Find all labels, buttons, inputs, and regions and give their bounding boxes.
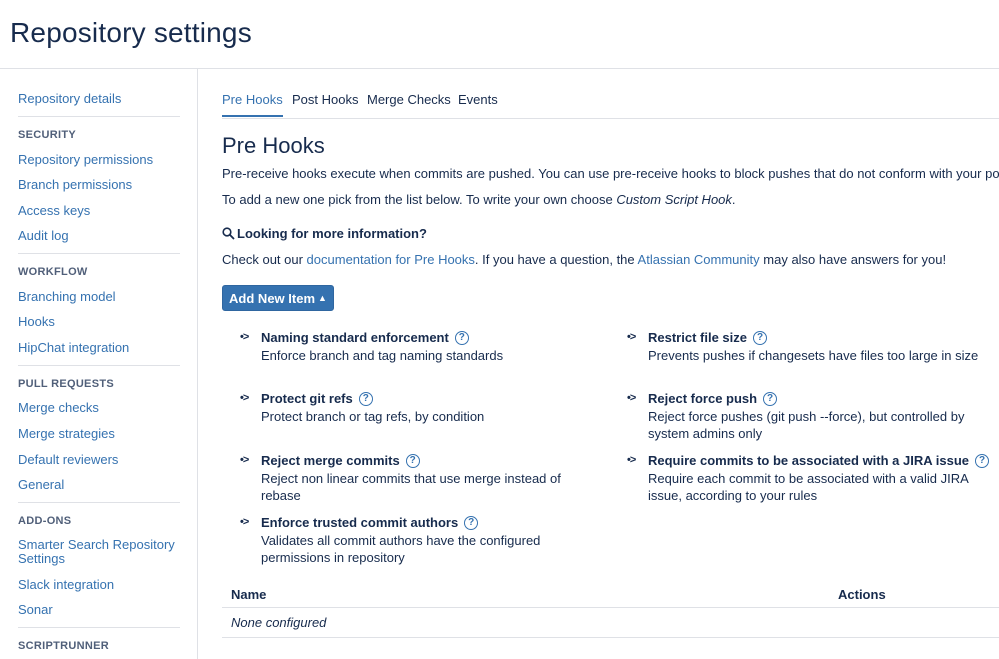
- sidebar-divider: [18, 502, 180, 503]
- info-text: Check out our documentation for Pre Hook…: [222, 252, 946, 268]
- hook-description: Reject non linear commits that use merge…: [261, 471, 561, 503]
- sidebar-heading-workflow: WORKFLOW: [18, 266, 88, 278]
- info-heading-text: Looking for more information?: [237, 226, 427, 241]
- sidebar-item-repository-permissions[interactable]: Repository permissions: [18, 152, 153, 168]
- help-icon[interactable]: ?: [454, 331, 469, 345]
- help-icon[interactable]: ?: [763, 392, 778, 406]
- info-middle: . If you have a question, the: [474, 252, 638, 267]
- arrow-bullet-icon: •>: [240, 392, 249, 404]
- sidebar-item-general[interactable]: General: [18, 477, 64, 493]
- hook-description: Reject force pushes (git push --force), …: [648, 409, 965, 441]
- help-icon[interactable]: ?: [358, 392, 373, 406]
- hook-name: Protect git refs?: [261, 391, 373, 407]
- info-prefix: Check out our: [222, 252, 307, 267]
- intro-text: Pre-receive hooks execute when commits a…: [222, 166, 999, 181]
- sidebar-item-hooks[interactable]: Hooks: [18, 314, 55, 330]
- custom-hook-name: Custom Script Hook: [616, 192, 732, 207]
- magnifier-icon: [222, 227, 235, 240]
- sidebar-item-hipchat-integration[interactable]: HipChat integration: [18, 340, 129, 356]
- hook-name-text: Require commits to be associated with a …: [648, 453, 970, 468]
- hook-name-text: Reject merge commits: [261, 453, 400, 468]
- hook-name-text: Reject force push: [648, 391, 758, 406]
- arrow-bullet-icon: •>: [240, 516, 249, 528]
- hook-name-text: Protect git refs: [261, 391, 353, 406]
- hook-name: Enforce trusted commit authors?: [261, 515, 479, 531]
- add-new-item-label: Add New Item: [229, 290, 316, 306]
- column-header-actions: Actions: [838, 587, 886, 602]
- page-header: Repository settings: [0, 0, 999, 69]
- info-suffix: may also have answers for you!: [759, 252, 947, 267]
- sidebar-item-audit-log[interactable]: Audit log: [18, 228, 69, 244]
- info-heading: Looking for more information?: [222, 226, 427, 241]
- community-link[interactable]: Atlassian Community: [638, 252, 760, 267]
- sidebar-heading-scriptrunner: SCRIPTRUNNER: [18, 640, 109, 652]
- sidebar-heading-add-ons: ADD-ONS: [18, 515, 72, 527]
- chevron-up-icon: ▲: [318, 293, 327, 303]
- sidebar-heading-pull-requests: PULL REQUESTS: [18, 378, 114, 390]
- hook-name: Restrict file size?: [648, 330, 767, 346]
- configured-hooks-table: Name Actions None configured: [222, 576, 999, 638]
- arrow-bullet-icon: •>: [240, 331, 249, 343]
- sidebar-item-access-keys[interactable]: Access keys: [18, 203, 90, 219]
- sidebar-item-branch-permissions[interactable]: Branch permissions: [18, 177, 132, 193]
- tab-events[interactable]: Events: [458, 92, 498, 115]
- hook-description: Protect branch or tag refs, by condition: [261, 409, 485, 424]
- sidebar-heading-security: SECURITY: [18, 129, 77, 141]
- page-title: Repository settings: [10, 17, 252, 48]
- sidebar-divider: [18, 253, 180, 254]
- hook-name-text: Naming standard enforcement: [261, 330, 449, 345]
- sidebar-item-slack-integration[interactable]: Slack integration: [18, 577, 114, 593]
- custom-hook-suffix: .: [731, 192, 736, 207]
- hook-name: Reject force push?: [648, 391, 778, 407]
- tab-post-hooks[interactable]: Post Hooks: [292, 92, 358, 115]
- settings-sidebar: Repository details SECURITY Repository p…: [0, 69, 198, 659]
- hook-tabs: Pre Hooks Post Hooks Merge Checks Events: [222, 92, 999, 119]
- arrow-bullet-icon: •>: [627, 392, 636, 404]
- hook-name-text: Restrict file size: [648, 330, 747, 345]
- table-header-row: Name Actions: [222, 576, 999, 608]
- column-header-name: Name: [231, 587, 267, 602]
- custom-hook-text: To add a new one pick from the list belo…: [222, 192, 736, 208]
- empty-state-text: None configured: [231, 615, 327, 630]
- docs-link[interactable]: documentation for Pre Hooks: [307, 252, 475, 267]
- hook-description: Prevents pushes if changesets have files…: [648, 348, 979, 363]
- help-icon[interactable]: ?: [975, 454, 990, 468]
- custom-hook-prefix: To add a new one pick from the list belo…: [222, 192, 617, 207]
- sidebar-item-default-reviewers[interactable]: Default reviewers: [18, 452, 118, 468]
- sidebar-item-sonar[interactable]: Sonar: [18, 602, 53, 618]
- add-new-item-button[interactable]: Add New Item ▲: [222, 285, 334, 311]
- table-row: None configured: [222, 608, 999, 638]
- hook-name: Require commits to be associated with a …: [648, 453, 990, 469]
- arrow-bullet-icon: •>: [627, 331, 636, 343]
- sidebar-divider: [18, 116, 180, 117]
- sidebar-divider: [18, 627, 180, 628]
- hook-description: Validates all commit authors have the co…: [261, 533, 541, 565]
- sidebar-divider: [18, 365, 180, 366]
- sidebar-item-merge-checks[interactable]: Merge checks: [18, 400, 99, 416]
- tab-pre-hooks[interactable]: Pre Hooks: [222, 92, 283, 117]
- sidebar-item-branching-model[interactable]: Branching model: [18, 289, 116, 305]
- tab-merge-checks[interactable]: Merge Checks: [367, 92, 451, 115]
- hook-name: Reject merge commits?: [261, 453, 420, 469]
- sidebar-item-merge-strategies[interactable]: Merge strategies: [18, 426, 115, 442]
- sidebar-item-repository-details[interactable]: Repository details: [18, 91, 121, 107]
- arrow-bullet-icon: •>: [627, 454, 636, 466]
- hook-description: Enforce branch and tag naming standards: [261, 348, 504, 363]
- help-icon[interactable]: ?: [405, 454, 420, 468]
- hook-name-text: Enforce trusted commit authors: [261, 515, 459, 530]
- help-icon[interactable]: ?: [464, 516, 479, 530]
- hook-name: Naming standard enforcement?: [261, 330, 469, 346]
- section-title: Pre Hooks: [222, 133, 325, 158]
- sidebar-item-smarter-search-settings[interactable]: Smarter Search Repository Settings: [18, 538, 178, 566]
- arrow-bullet-icon: •>: [240, 454, 249, 466]
- hook-description: Require each commit to be associated wit…: [648, 471, 969, 503]
- help-icon[interactable]: ?: [753, 331, 767, 345]
